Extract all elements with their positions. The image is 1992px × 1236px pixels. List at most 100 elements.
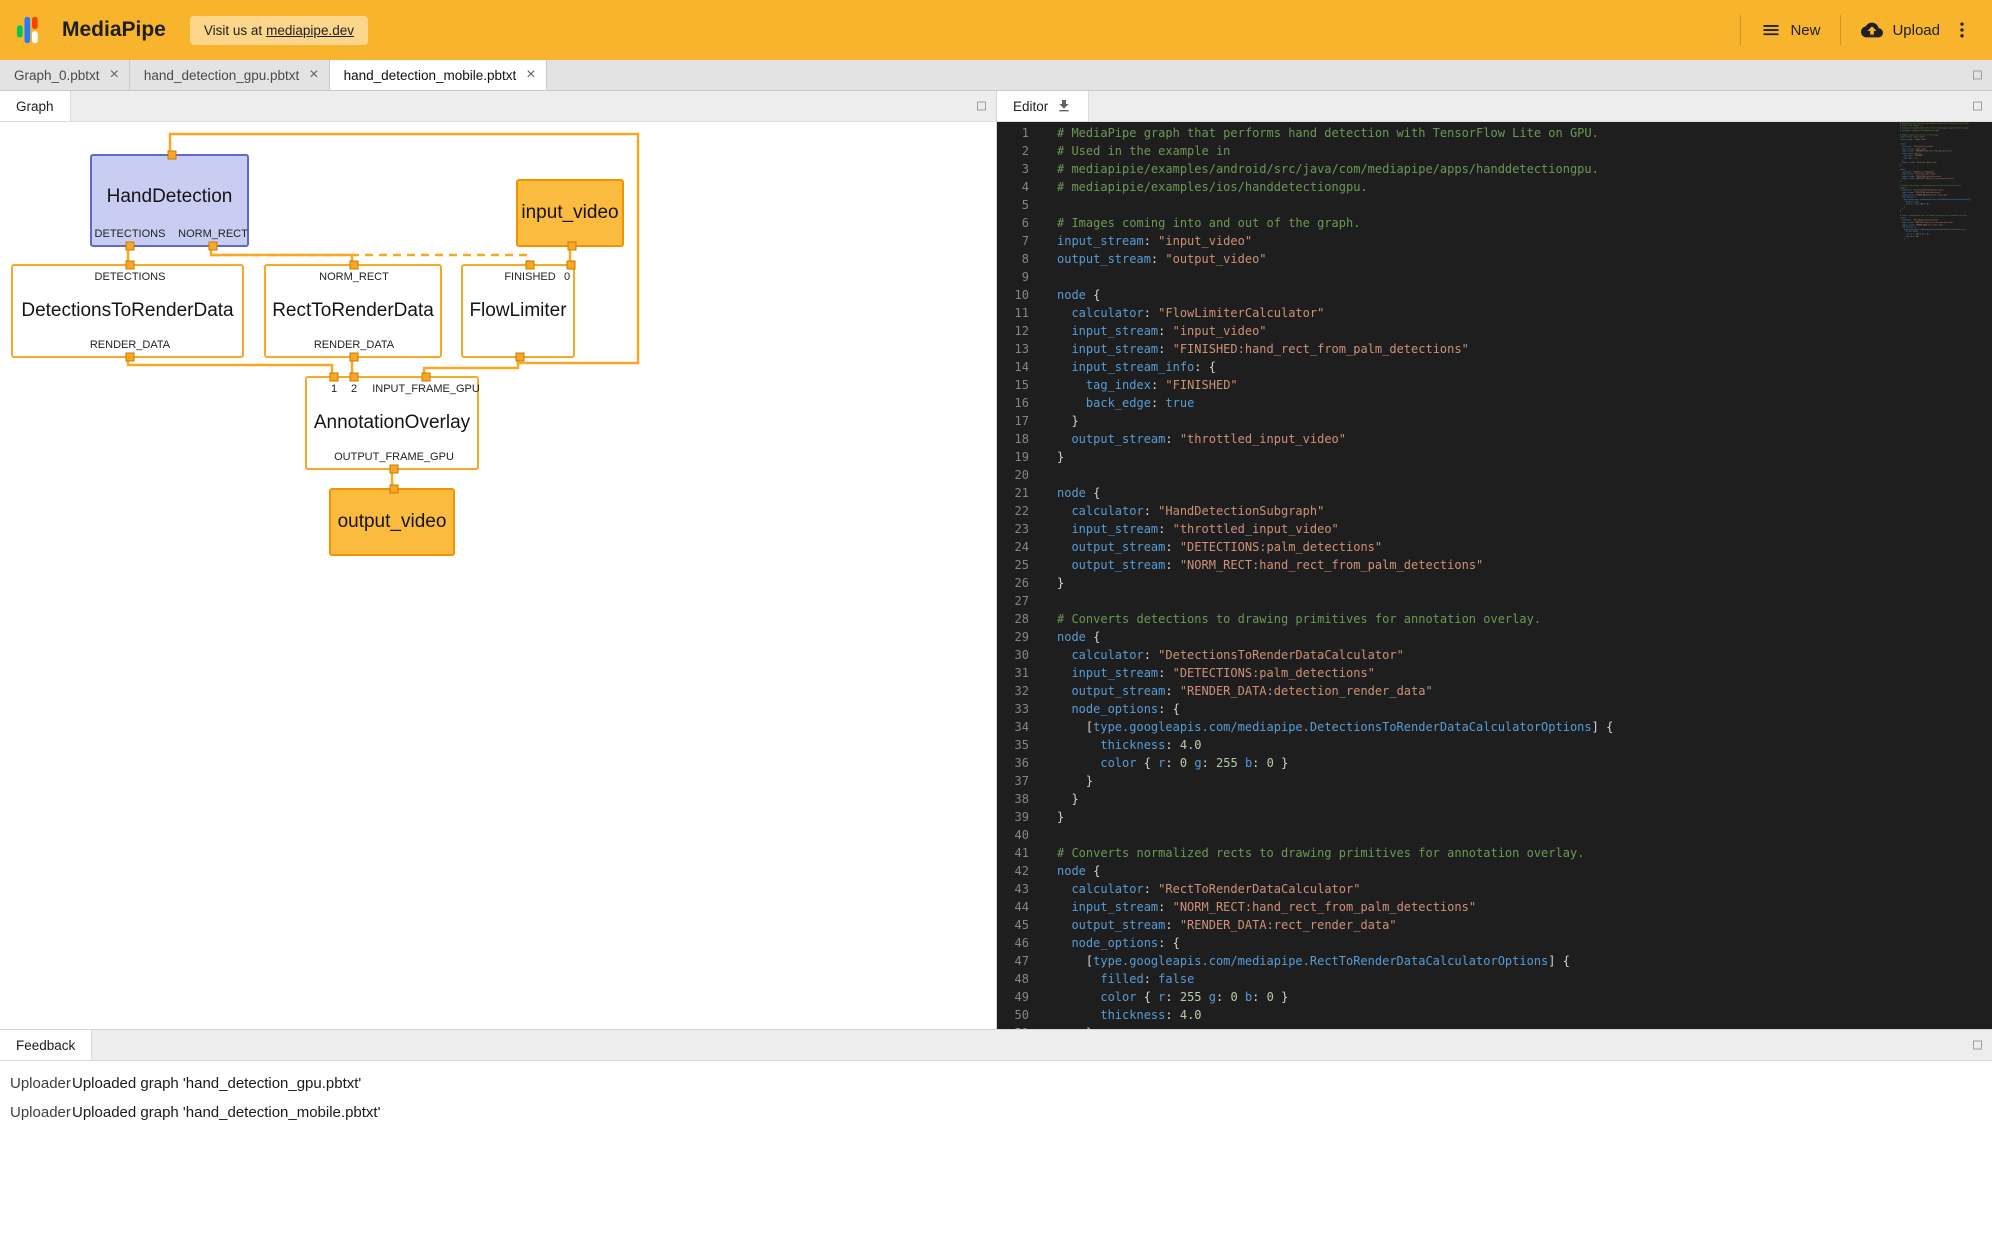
maximize-panel-icon[interactable] [1973,71,1982,80]
graph-node-hand-detection[interactable]: HandDetection DETECTIONS NORM_RECT [90,154,249,247]
input-port[interactable] [526,261,535,270]
code-line[interactable]: output_stream: "DETECTIONS:palm_detectio… [1057,538,1992,556]
code-line[interactable]: [type.googleapis.com/mediapipe.RectToRen… [1057,952,1992,970]
code-line[interactable]: # MediaPipe graph that performs hand det… [1057,124,1992,142]
output-port[interactable] [126,242,135,251]
close-tab-icon[interactable]: × [526,67,535,83]
code-line[interactable]: } [1900,237,1978,239]
code-line[interactable]: back_edge: true [1057,394,1992,412]
tab-graph[interactable]: Graph [0,91,71,121]
tab-editor[interactable]: Editor [997,91,1089,121]
code-line[interactable]: # Converts normalized rects to drawing p… [1900,214,1978,216]
maximize-feedback-icon[interactable] [1973,1041,1982,1050]
code-line[interactable]: [type.googleapis.com/mediapipe.Detection… [1057,718,1992,736]
input-port[interactable] [567,261,576,270]
output-port[interactable] [568,242,577,251]
input-port[interactable] [168,151,177,160]
code-line[interactable]: input_stream_info: { [1057,358,1992,376]
input-port[interactable] [390,485,399,494]
code-line[interactable]: input_stream: "input_video" [1057,322,1992,340]
input-port[interactable] [350,261,359,270]
output-port[interactable] [350,353,359,362]
code-line[interactable]: } [1057,790,1992,808]
graph-node-flow-limiter[interactable]: FINISHED 0 FlowLimiter [461,264,575,358]
maximize-editor-icon[interactable] [1973,102,1982,111]
code-line[interactable]: calculator: "HandDetectionSubgraph" [1057,502,1992,520]
graph-node-output-video[interactable]: output_video [329,488,455,556]
file-tab-1[interactable]: hand_detection_gpu.pbtxt× [130,60,330,90]
code-line[interactable]: color { r: 255 g: 0 b: 0 } [1057,988,1992,1006]
code-line[interactable]: output_stream: "RENDER_DATA:rect_render_… [1057,916,1992,934]
code-line[interactable]: color { r: 0 g: 255 b: 0 } [1057,754,1992,772]
editor-minimap[interactable]: # MediaPipe graph that performs hand det… [1898,122,1978,1029]
code-line[interactable]: } [1057,808,1992,826]
code-line[interactable]: } [1057,772,1992,790]
code-line[interactable]: filled: false [1057,970,1992,988]
code-line[interactable] [1057,826,1992,844]
editor-scrollbar[interactable] [1978,122,1992,1029]
output-port[interactable] [516,353,525,362]
close-tab-icon[interactable]: × [110,67,119,83]
code-lines[interactable]: # MediaPipe graph that performs hand det… [1898,122,1978,240]
code-line[interactable]: input_stream: "NORM_RECT:hand_rect_from_… [1057,898,1992,916]
input-port[interactable] [422,373,431,382]
code-editor[interactable]: 1234567891011121314151617181920212223242… [997,122,1992,1029]
code-line[interactable]: # Used in the example in [1057,142,1992,160]
code-line[interactable]: calculator: "FlowLimiterCalculator" [1057,304,1992,322]
maximize-graph-icon[interactable] [977,102,986,111]
code-line[interactable]: input_stream: "DETECTIONS:palm_detection… [1057,664,1992,682]
code-line[interactable]: } [1057,412,1992,430]
download-icon[interactable] [1056,98,1072,114]
code-line[interactable]: node_options: { [1057,700,1992,718]
tab-feedback[interactable]: Feedback [0,1030,92,1060]
output-port[interactable] [126,353,135,362]
upload-button[interactable]: Upload [1853,13,1948,47]
code-line[interactable]: node { [1057,484,1992,502]
code-line[interactable]: input_stream: "throttled_input_video" [1057,520,1992,538]
code-line[interactable] [1057,196,1992,214]
code-line[interactable]: # Images coming into and out of the grap… [1057,214,1992,232]
code-line[interactable]: calculator: "DetectionsToRenderDataCalcu… [1057,646,1992,664]
close-tab-icon[interactable]: × [309,67,318,83]
code-line[interactable]: # Converts normalized rects to drawing p… [1057,844,1992,862]
code-line[interactable]: # mediapipie/examples/ios/handdetectiong… [1057,178,1992,196]
code-lines[interactable]: # MediaPipe graph that performs hand det… [1041,122,1992,1029]
code-line[interactable]: input_stream: "FINISHED:hand_rect_from_p… [1057,340,1992,358]
graph-node-input-video[interactable]: input_video [516,179,624,247]
code-line[interactable]: node { [1057,286,1992,304]
graph-node-detections-to-render-data[interactable]: DETECTIONS DetectionsToRenderData RENDER… [11,264,244,358]
input-port[interactable] [330,373,339,382]
code-line[interactable]: thickness: 4.0 [1057,1006,1992,1024]
code-line[interactable]: node { [1057,862,1992,880]
code-line[interactable]: } [1057,574,1992,592]
code-line[interactable]: tag_index: "FINISHED" [1057,376,1992,394]
code-line[interactable]: thickness: 4.0 [1057,736,1992,754]
input-port[interactable] [350,373,359,382]
code-line[interactable]: input_stream: "input_video" [1057,232,1992,250]
code-line[interactable]: calculator: "RectToRenderDataCalculator" [1057,880,1992,898]
more-options-button[interactable] [1948,14,1976,46]
code-line[interactable] [1057,592,1992,610]
code-line[interactable]: # mediapipie/examples/android/src/java/c… [1057,160,1992,178]
code-line[interactable]: node_options: { [1057,934,1992,952]
code-line[interactable] [1057,268,1992,286]
visit-link[interactable]: mediapipe.dev [266,23,354,38]
file-tab-2[interactable]: hand_detection_mobile.pbtxt× [330,60,547,90]
code-line[interactable]: output_stream: "output_video" [1057,250,1992,268]
new-button[interactable]: New [1753,14,1828,46]
code-line[interactable]: } [1057,448,1992,466]
graph-node-annotation-overlay[interactable]: 1 2 INPUT_FRAME_GPU AnnotationOverlay OU… [305,376,479,470]
input-port[interactable] [126,261,135,270]
code-line[interactable]: output_stream: "RENDER_DATA:detection_re… [1057,682,1992,700]
graph-node-rect-to-render-data[interactable]: NORM_RECT RectToRenderData RENDER_DATA [264,264,442,358]
code-line[interactable]: output_stream: "throttled_input_video" [1057,430,1992,448]
file-tab-0[interactable]: Graph_0.pbtxt× [0,60,130,90]
code-line[interactable] [1057,466,1992,484]
graph-canvas[interactable]: HandDetection DETECTIONS NORM_RECT input… [0,122,996,1029]
code-line[interactable]: output_stream: "NORM_RECT:hand_rect_from… [1057,556,1992,574]
output-port[interactable] [390,465,399,474]
code-line[interactable]: # Converts detections to drawing primiti… [1057,610,1992,628]
code-line[interactable]: } [1057,1024,1992,1029]
output-port[interactable] [209,242,218,251]
code-line[interactable]: node { [1057,628,1992,646]
